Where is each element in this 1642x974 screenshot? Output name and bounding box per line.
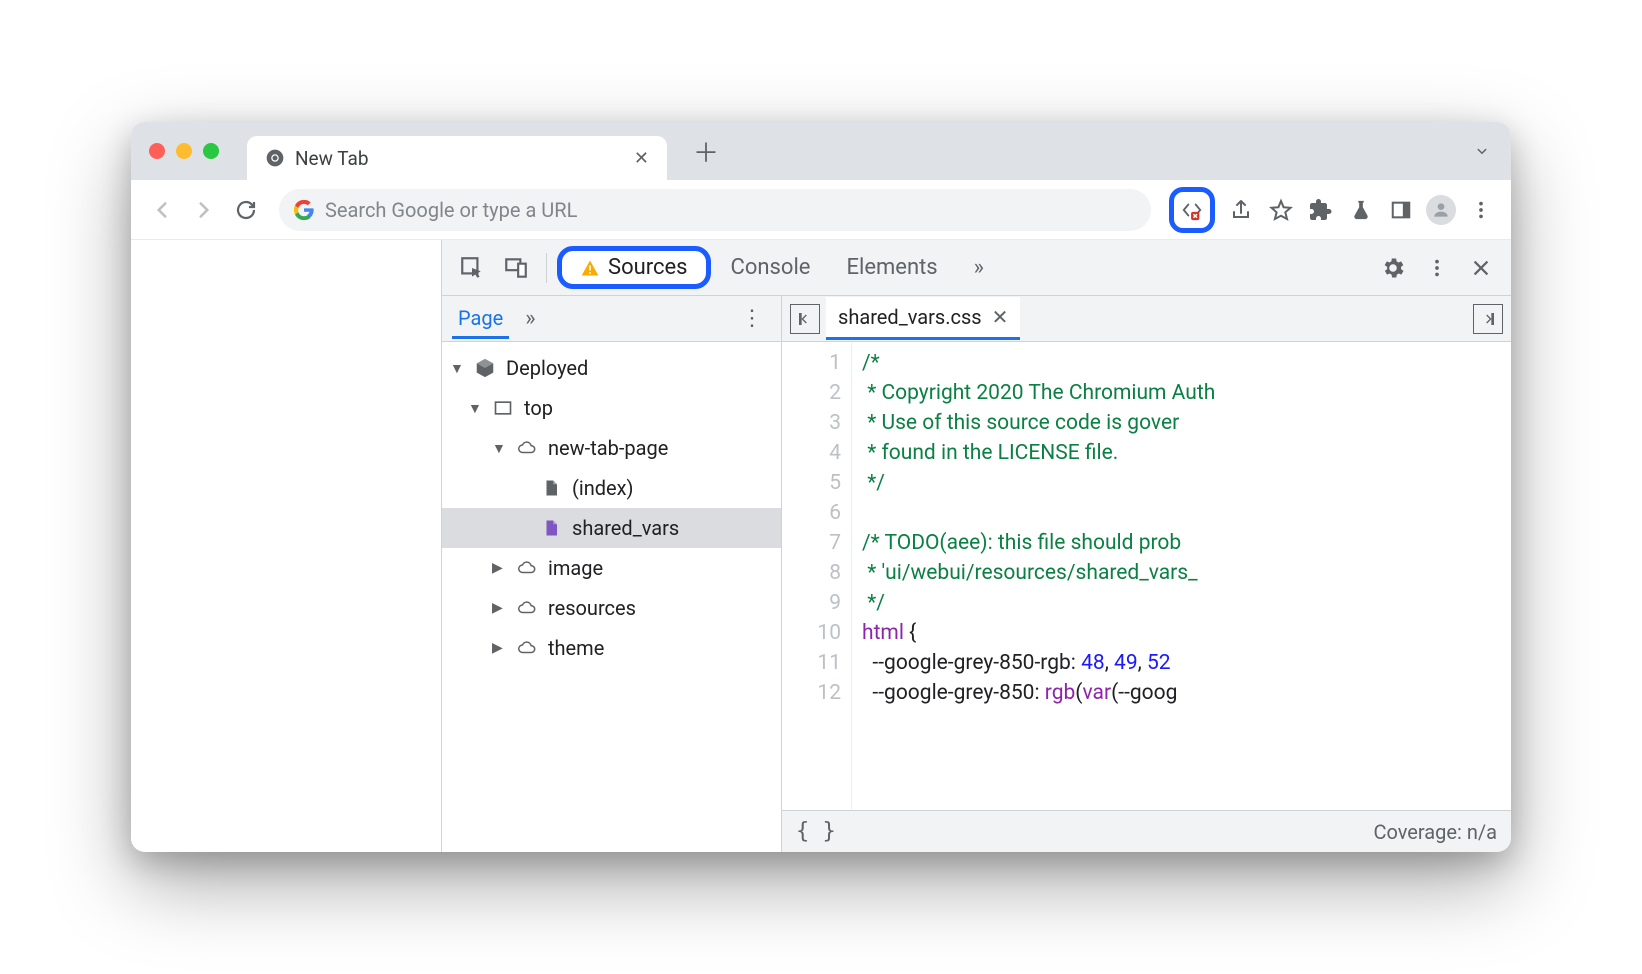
pretty-print-button[interactable]: { } xyxy=(796,819,836,844)
devtools-menu-button[interactable] xyxy=(1417,248,1457,288)
coverage-status: Coverage: n/a xyxy=(1373,820,1497,844)
maximize-window-button[interactable] xyxy=(203,143,219,159)
chevron-right-icon: ▶ xyxy=(492,640,506,656)
code-area[interactable]: 123456789101112 /* * Copyright 2020 The … xyxy=(782,342,1511,810)
tree-node-image[interactable]: ▶ image xyxy=(442,548,781,588)
tab-strip: New Tab ✕ ＋ xyxy=(131,122,1511,180)
inspect-element-button[interactable] xyxy=(452,248,492,288)
browser-tab[interactable]: New Tab ✕ xyxy=(247,136,667,180)
tree-node-shared-vars[interactable]: shared_vars xyxy=(442,508,781,548)
file-icon xyxy=(538,477,564,499)
cloud-icon xyxy=(514,639,540,657)
cloud-icon xyxy=(514,559,540,577)
profile-button[interactable] xyxy=(1425,194,1457,226)
tree-node-theme[interactable]: ▶ theme xyxy=(442,628,781,668)
cloud-icon xyxy=(514,439,540,457)
reload-button[interactable] xyxy=(229,193,263,227)
omnibox-placeholder: Search Google or type a URL xyxy=(325,198,577,222)
tab-sources[interactable]: Sources xyxy=(557,246,711,289)
navigator-sidebar: Page » ⋮ ▼ Deployed ▼ top xyxy=(442,296,782,852)
line-gutter: 123456789101112 xyxy=(782,342,852,810)
tree-node-new-tab-page[interactable]: ▼ new-tab-page xyxy=(442,428,781,468)
back-button[interactable] xyxy=(145,193,179,227)
editor-tabs: shared_vars.css ✕ xyxy=(782,296,1511,342)
toolbar: Search Google or type a URL xyxy=(131,180,1511,240)
tab-label: Sources xyxy=(608,255,688,280)
window-controls xyxy=(149,143,219,159)
labs-button[interactable] xyxy=(1345,194,1377,226)
omnibox[interactable]: Search Google or type a URL xyxy=(279,189,1151,231)
close-tab-button[interactable]: ✕ xyxy=(634,148,649,169)
avatar-icon xyxy=(1426,195,1456,225)
tab-elements[interactable]: Elements xyxy=(830,247,953,288)
chrome-window: New Tab ✕ ＋ Search Google or type a URL xyxy=(131,122,1511,852)
chevron-right-icon: ▶ xyxy=(492,560,506,576)
forward-button[interactable] xyxy=(187,193,221,227)
tab-label: Elements xyxy=(846,255,937,280)
tab-title: New Tab xyxy=(295,147,624,170)
page-viewport xyxy=(131,240,441,852)
extensions-button[interactable] xyxy=(1305,194,1337,226)
editor-tab-shared-vars[interactable]: shared_vars.css ✕ xyxy=(826,297,1020,340)
tree-node-index[interactable]: (index) xyxy=(442,468,781,508)
close-window-button[interactable] xyxy=(149,143,165,159)
tab-console[interactable]: Console xyxy=(715,247,827,288)
tree-node-top[interactable]: ▼ top xyxy=(442,388,781,428)
navigator-menu-button[interactable]: ⋮ xyxy=(733,306,771,331)
separator xyxy=(546,253,547,283)
google-icon xyxy=(293,199,315,221)
chrome-icon xyxy=(265,148,285,168)
show-navigator-button[interactable] xyxy=(790,304,820,334)
chevron-down-icon: ▼ xyxy=(450,360,464,377)
code-content: /* * Copyright 2020 The Chromium Auth * … xyxy=(852,342,1511,810)
content-area: Sources Console Elements » xyxy=(131,240,1511,852)
close-file-button[interactable]: ✕ xyxy=(992,305,1009,329)
cloud-icon xyxy=(514,599,540,617)
tab-label: Console xyxy=(731,255,811,280)
warning-icon xyxy=(580,258,600,278)
tree-node-resources[interactable]: ▶ resources xyxy=(442,588,781,628)
minimize-window-button[interactable] xyxy=(176,143,192,159)
chrome-menu-button[interactable] xyxy=(1465,194,1497,226)
sources-panel: Page » ⋮ ▼ Deployed ▼ top xyxy=(442,296,1511,852)
tabs-dropdown-button[interactable] xyxy=(1473,142,1491,160)
navigator-tabs: Page » ⋮ xyxy=(442,296,781,342)
editor-status-bar: { } Coverage: n/a xyxy=(782,810,1511,852)
devtools-tabbar: Sources Console Elements » xyxy=(442,240,1511,296)
devtools-settings-button[interactable] xyxy=(1373,248,1413,288)
chevron-down-icon: ▼ xyxy=(492,440,506,457)
show-debugger-button[interactable] xyxy=(1473,304,1503,334)
devtools-close-button[interactable] xyxy=(1461,248,1501,288)
new-tab-button[interactable]: ＋ xyxy=(693,133,719,170)
navigator-tab-page[interactable]: Page xyxy=(452,298,509,339)
side-panel-button[interactable] xyxy=(1385,194,1417,226)
share-button[interactable] xyxy=(1225,194,1257,226)
bookmark-button[interactable] xyxy=(1265,194,1297,226)
devtools-panel: Sources Console Elements » xyxy=(441,240,1511,852)
package-icon xyxy=(472,357,498,379)
tabs-overflow-button[interactable]: » xyxy=(958,247,1000,288)
file-tree: ▼ Deployed ▼ top ▼ new-tab-page xyxy=(442,342,781,852)
devtools-indicator-button[interactable] xyxy=(1169,187,1215,233)
chevron-down-icon: ▼ xyxy=(468,400,482,417)
tree-node-deployed[interactable]: ▼ Deployed xyxy=(442,348,781,388)
frame-icon xyxy=(490,398,516,418)
device-toolbar-button[interactable] xyxy=(496,248,536,288)
navigator-tabs-overflow[interactable]: » xyxy=(519,306,541,331)
chevron-right-icon: ▶ xyxy=(492,600,506,616)
css-file-icon xyxy=(538,517,564,539)
code-editor: shared_vars.css ✕ 123456789101112 /* * C… xyxy=(782,296,1511,852)
